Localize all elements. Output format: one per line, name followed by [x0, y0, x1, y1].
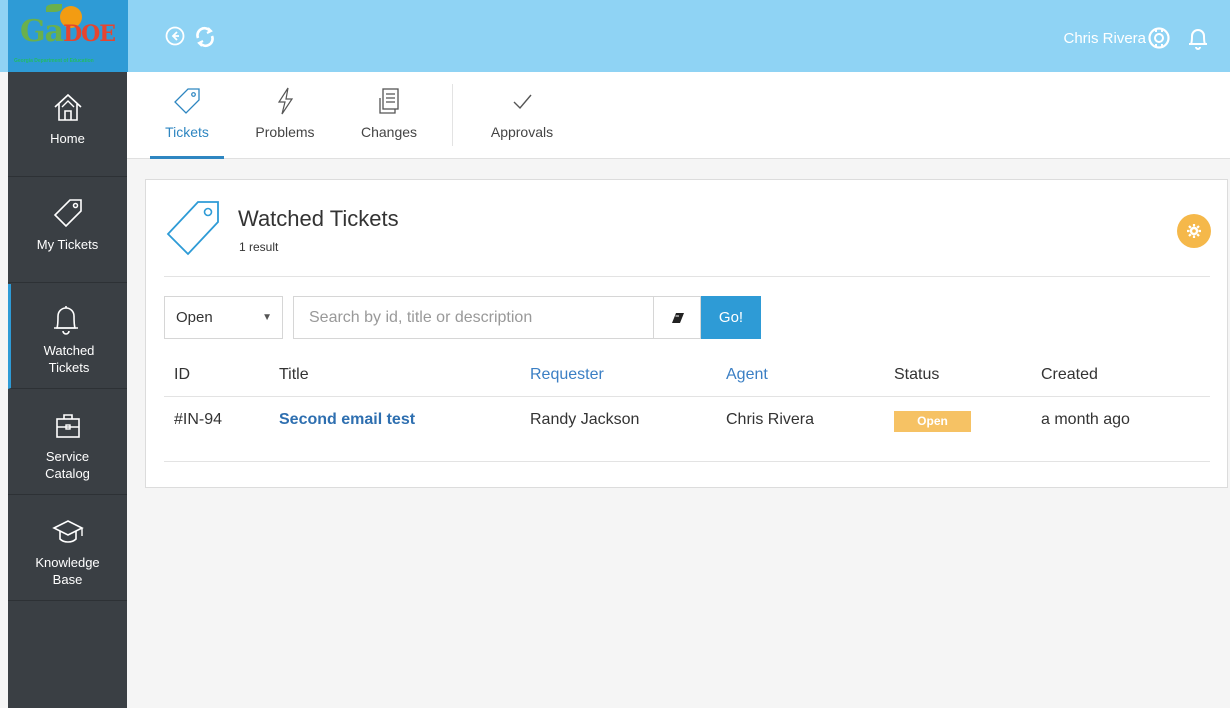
sidebar-item-label: Home: [50, 131, 85, 146]
ticket-title-link[interactable]: Second email test: [279, 411, 415, 429]
tag-icon: [166, 201, 219, 256]
home-icon: [53, 93, 82, 121]
bell-icon: [1189, 29, 1207, 50]
ticket-id: #IN-94: [174, 411, 223, 428]
lightning-icon: [277, 87, 294, 115]
back-button[interactable]: [165, 26, 185, 46]
sidebar-item-knowledge-base[interactable]: Knowledge Base: [8, 496, 127, 601]
document-icon: [379, 88, 399, 114]
column-header-status: Status: [894, 366, 940, 383]
bell-icon: [54, 306, 78, 335]
sidebar-item-label: My Tickets: [36, 237, 99, 252]
sidebar-item-label: Watched Tickets: [43, 343, 95, 375]
tab-label: Approvals: [490, 124, 554, 140]
briefcase-icon: [55, 414, 80, 438]
tab-tickets[interactable]: Tickets: [150, 72, 224, 159]
sidebar-item-home[interactable]: Home: [8, 72, 127, 177]
clear-search-button[interactable]: [653, 296, 701, 339]
eraser-icon: [672, 313, 684, 323]
tab-divider: [452, 84, 453, 146]
divider: [164, 276, 1210, 277]
ticket-agent: Chris Rivera: [726, 411, 815, 428]
graduation-cap-icon: [51, 520, 84, 543]
tab-label: Tickets: [165, 124, 209, 140]
support-button[interactable]: [1148, 27, 1170, 49]
status-badge: Open: [894, 411, 971, 432]
tag-icon: [53, 199, 82, 228]
logo-text: GaDOE: [20, 14, 116, 49]
column-header-created: Created: [1041, 366, 1098, 383]
ticket-requester: Randy Jackson: [530, 411, 640, 428]
tab-label: Changes: [360, 124, 418, 140]
status-filter-select[interactable]: Open ▼: [164, 296, 283, 339]
watched-tickets-panel: Watched Tickets 1 result Open ▼ Go! ID T…: [145, 179, 1228, 488]
search-input[interactable]: [293, 296, 654, 339]
logo-leaf: [46, 4, 62, 12]
column-header-agent[interactable]: Agent: [726, 366, 768, 384]
settings-button[interactable]: [1177, 214, 1211, 248]
sidebar-item-watched-tickets[interactable]: Watched Tickets: [8, 284, 127, 389]
divider: [164, 396, 1210, 397]
go-button[interactable]: Go!: [701, 296, 761, 339]
sidebar-item-label: Service Catalog: [45, 449, 90, 481]
circle-arrow-left-icon: [165, 26, 185, 46]
refresh-icon: [196, 26, 214, 48]
result-count: 1 result: [239, 240, 279, 254]
caret-down-icon: ▼: [262, 312, 272, 323]
module-tabs: Tickets Problems Changes Approvals: [127, 72, 1230, 159]
user-name[interactable]: Chris Rivera: [1063, 30, 1146, 47]
checkmark-icon: [513, 94, 532, 110]
tab-label: Problems: [255, 124, 315, 140]
notifications-button[interactable]: [1187, 26, 1209, 50]
sidebar-item-my-tickets[interactable]: My Tickets: [8, 178, 127, 283]
column-header-title: Title: [279, 366, 309, 383]
app-logo[interactable]: GaDOE Georgia Department of Education: [8, 0, 128, 72]
top-bar: GaDOE Georgia Department of Education Ch…: [0, 0, 1230, 72]
column-header-id: ID: [174, 366, 190, 383]
left-gutter: [0, 72, 8, 708]
tab-changes[interactable]: Changes: [353, 72, 425, 159]
sidebar-item-service-catalog[interactable]: Service Catalog: [8, 390, 127, 495]
status-filter-value: Open: [176, 309, 213, 326]
column-header-requester[interactable]: Requester: [530, 366, 604, 384]
lifebuoy-icon: [1148, 27, 1170, 49]
tag-icon: [174, 88, 200, 114]
sidebar: Home My Tickets Watched Tickets Service …: [8, 72, 127, 708]
gear-icon: [1187, 224, 1201, 238]
tab-problems[interactable]: Problems: [245, 72, 325, 159]
page-title: Watched Tickets: [238, 206, 399, 231]
refresh-button[interactable]: [194, 26, 216, 48]
ticket-created: a month ago: [1041, 411, 1130, 428]
logo-subtitle: Georgia Department of Education: [14, 58, 94, 64]
tab-approvals[interactable]: Approvals: [482, 72, 562, 159]
active-tab-indicator: [150, 156, 224, 159]
divider: [164, 461, 1210, 462]
sidebar-item-label: Knowledge Base: [35, 555, 100, 587]
